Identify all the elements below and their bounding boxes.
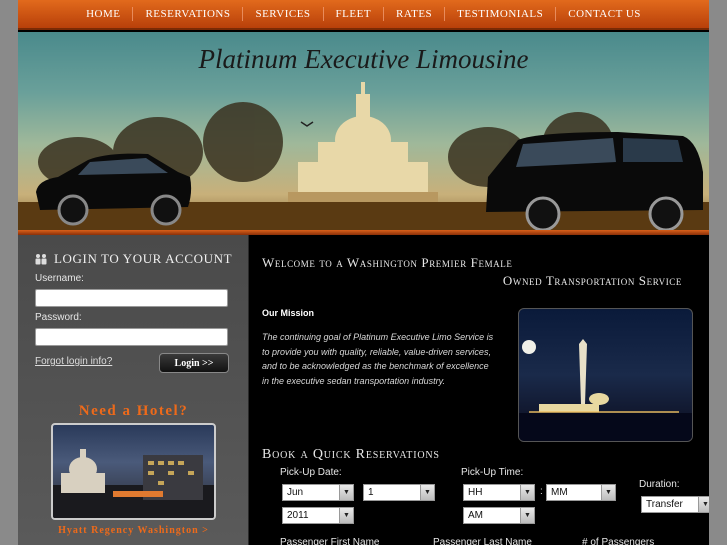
hotel-link[interactable]: Hyatt Regency Washington > (18, 525, 249, 536)
login-button[interactable]: Login >> (159, 353, 229, 373)
passengers-label: # of Passengers (582, 537, 655, 545)
nav-services[interactable]: SERVICES (243, 8, 322, 20)
main-content: Welcome to a Washington Premier Female O… (250, 235, 709, 545)
day-select[interactable]: 1 ▼ (363, 484, 435, 501)
password-field[interactable] (35, 328, 228, 346)
chevron-down-icon: ▼ (520, 508, 534, 523)
pickup-time-label: Pick-Up Time: (461, 467, 524, 478)
monument-photo (519, 339, 692, 441)
users-icon (35, 254, 47, 265)
day-value: 1 (368, 487, 374, 498)
sidebar: Login to your account Username: Password… (18, 235, 249, 545)
password-label: Password: (35, 312, 82, 323)
year-select[interactable]: 2011 ▼ (282, 507, 354, 524)
nav-divider (132, 7, 134, 21)
month-select[interactable]: Jun ▼ (282, 484, 354, 501)
welcome-heading: Welcome to a Washington Premier Female O… (262, 255, 682, 289)
login-heading: Login to your account (34, 251, 232, 267)
pickup-date-label: Pick-Up Date: (280, 467, 342, 478)
chevron-down-icon: ▼ (601, 485, 615, 500)
nav-divider (383, 7, 385, 21)
nav-contact-us[interactable]: CONTACT US (556, 8, 653, 20)
hero-title: Platinum Executive Limousine (198, 44, 529, 74)
first-name-label: Passenger First Name (280, 537, 380, 545)
year-value: 2011 (287, 510, 309, 521)
nav-rates[interactable]: RATES (384, 8, 444, 20)
chevron-down-icon: ▼ (339, 485, 353, 500)
washington-monument-image (518, 308, 693, 442)
month-value: Jun (287, 487, 304, 498)
username-label: Username: (35, 273, 84, 284)
welcome-line-1: Welcome to a Washington Premier Female (262, 255, 513, 270)
page: HOME RESERVATIONS SERVICES FLEET RATES T… (18, 0, 709, 545)
hero-banner: Platinum Executive Limousine (18, 32, 709, 235)
nav-divider (322, 7, 324, 21)
top-nav: HOME RESERVATIONS SERVICES FLEET RATES T… (18, 0, 709, 30)
mission-title: Our Mission (262, 308, 315, 318)
nav-testimonials[interactable]: TESTIMONIALS (445, 8, 555, 20)
hour-select[interactable]: HH ▼ (463, 484, 535, 501)
chevron-down-icon: ▼ (420, 485, 434, 500)
booking-title: Book a Quick Reservations (262, 447, 440, 462)
nav-reservations[interactable]: RESERVATIONS (133, 8, 242, 20)
nav-divider (555, 7, 557, 21)
duration-label: Duration: (639, 479, 680, 490)
chevron-down-icon: ▼ (698, 497, 709, 512)
ampm-value: AM (468, 510, 483, 521)
welcome-line-2: Owned Transportation Service (502, 273, 682, 288)
nav-home[interactable]: HOME (74, 8, 132, 20)
hotel-image[interactable] (51, 423, 216, 520)
username-field[interactable] (35, 289, 228, 307)
minute-select[interactable]: MM ▼ (546, 484, 616, 501)
chevron-down-icon: ▼ (339, 508, 353, 523)
last-name-label: Passenger Last Name (433, 537, 532, 545)
chevron-down-icon: ▼ (520, 485, 534, 500)
nav-divider (242, 7, 244, 21)
time-separator: : (540, 486, 543, 497)
minute-value: MM (551, 487, 568, 498)
nav-divider (444, 7, 446, 21)
login-heading-text: Login to your account (54, 251, 233, 266)
hour-value: HH (468, 487, 483, 498)
nav-fleet[interactable]: FLEET (324, 8, 384, 20)
forgot-login-link[interactable]: Forgot login info? (35, 356, 112, 367)
hotel-photo (53, 449, 214, 518)
hotel-heading: Need a Hotel? (78, 403, 189, 419)
mission-text: The continuing goal of Platinum Executiv… (262, 332, 494, 386)
duration-value: Transfer (646, 499, 683, 510)
ampm-select[interactable]: AM ▼ (463, 507, 535, 524)
duration-select[interactable]: Transfer ▼ (641, 496, 709, 513)
